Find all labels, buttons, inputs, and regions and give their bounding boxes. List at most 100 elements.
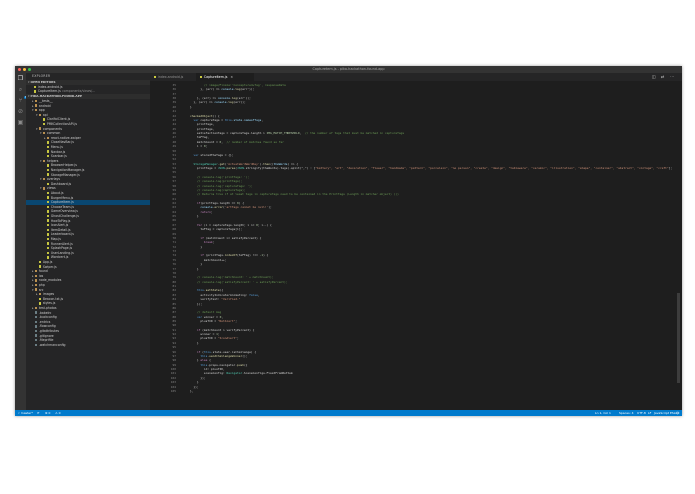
code-token: (err)); <box>233 100 246 105</box>
js-file-icon <box>34 85 37 88</box>
tree-item-label: PMKCollectionAPI.js <box>46 122 77 126</box>
tree-item-label: app <box>38 108 45 113</box>
string-token: "Verified." <box>221 297 241 302</box>
file-icon <box>47 214 50 218</box>
tree-file[interactable]: .watchmanconfig <box>26 343 150 348</box>
keyword-token: this <box>224 117 232 122</box>
file-icon <box>47 210 50 213</box>
code-token: plusTID = <box>183 318 218 323</box>
tree-item-label: NavigationManager.js <box>50 168 85 172</box>
variable-token: console <box>221 87 234 92</box>
file-icon <box>43 122 46 126</box>
code-token: }, (err) => <box>183 87 222 92</box>
indentation[interactable]: Spaces: 4 <box>619 410 634 416</box>
source-control-icon[interactable]: ⑂3 <box>17 96 27 104</box>
code-token: , <box>257 292 260 297</box>
error-count[interactable]: ⊗ 0 <box>45 410 50 416</box>
control-token: return <box>200 209 211 214</box>
code-token: ]; <box>668 166 673 171</box>
explorer-title: EXPLORER <box>32 74 51 78</box>
folder-icon <box>43 159 46 162</box>
file-icon <box>47 228 50 231</box>
tree-item-label: common <box>46 131 61 136</box>
code-token: toFTag = captureTags[i]; <box>183 227 243 232</box>
type-token: JSON <box>236 166 244 171</box>
file-icon <box>35 325 38 328</box>
code-view[interactable]: 35 // image/Finale:'Concaptured+Tag', re… <box>150 83 682 410</box>
code-token: ; <box>210 209 213 214</box>
file-icon <box>47 182 50 185</box>
string-token: "battery", "art", "decoration", "flower"… <box>315 166 669 171</box>
tree-item-label: images <box>42 292 55 297</box>
tree-item-label: HowToPlay.js <box>50 218 71 223</box>
tree-item-label: php <box>38 283 45 287</box>
status-bar: ⑂ master* ⟳ ⊗ 0 ⚠ 0 Ln 1, Col 1 Spaces: … <box>15 410 682 416</box>
tree-item-label: ItemDetail.js <box>50 227 71 232</box>
tree-item-label: .buckconfig <box>38 315 57 320</box>
folder-icon <box>47 136 50 139</box>
project-header[interactable]: ▾PIKA-HACKATHON-FOUND-APP <box>26 94 150 99</box>
more-actions-icon[interactable]: ⋯ <box>670 74 674 80</box>
activity-bar: ❐ ⌕ ⑂3 ⊘ ▣ <box>15 73 27 410</box>
search-icon[interactable]: ⌕ <box>17 86 24 93</box>
tree-item-label: RunnerAlert.js <box>50 241 73 246</box>
file-icon <box>35 311 38 314</box>
folder-icon <box>35 306 38 310</box>
code-token: } <box>183 244 203 249</box>
branch-indicator[interactable]: ⑂ master* <box>18 410 33 416</box>
tree-item-label: Navbar.js <box>50 149 66 154</box>
code-token: .SceneConfigs.FloatFromBottom <box>242 371 293 376</box>
tree-item-label: .babelrc <box>38 310 52 315</box>
split-editor-icon[interactable]: ◫ <box>652 74 656 80</box>
tree-item-label: App.js <box>42 260 53 264</box>
tree-item-label: .entrics <box>38 319 51 324</box>
sync-icon[interactable]: ⟳ <box>37 410 40 416</box>
tree-item-label: ClarifaiClient.js <box>46 117 71 122</box>
line-ending[interactable]: LF <box>648 410 651 416</box>
code-token: (); <box>242 353 248 358</box>
code-line: printTags = JSON.parse(JSON.stringify(th… <box>183 166 672 170</box>
feedback-icon[interactable]: ☺ <box>676 410 679 416</box>
code-line: } <box>183 105 192 109</box>
open-editor-label: index.android.js <box>37 84 63 89</box>
tree-item-label: Scanbar.js <box>50 154 67 159</box>
file-icon <box>47 233 50 236</box>
close-tab-icon[interactable]: × <box>230 75 233 79</box>
code-line: }, (err) => console.log(err)); <box>183 100 246 105</box>
language-mode[interactable]: JavaScript <box>654 410 669 416</box>
variable-token: nameofTags <box>243 117 262 122</box>
file-icon <box>39 297 42 300</box>
folder-icon <box>39 113 42 116</box>
extensions-icon[interactable]: ▣ <box>17 119 24 126</box>
code-token: (err')); <box>240 87 255 92</box>
file-icon <box>39 302 42 305</box>
file-icon <box>47 246 50 250</box>
code-line: i = 0; <box>183 144 207 148</box>
code-token: (toFTag) !== <box>236 253 260 258</box>
file-icon <box>35 334 38 337</box>
open-changes-icon[interactable]: ⇄ <box>661 74 664 80</box>
tree-item-label: Leaderboard.js <box>50 232 74 237</box>
comment-token: // Returns true if at least tags in capt… <box>196 192 399 197</box>
file-icon <box>39 260 42 264</box>
debug-icon[interactable]: ⊘ <box>17 108 24 115</box>
tab-capture-item[interactable]: CaptureItem.js × <box>196 73 254 81</box>
code-token: ; i--) { <box>257 222 272 227</box>
explorer-icon[interactable]: ❐ <box>17 75 24 82</box>
folder-icon <box>35 274 38 277</box>
file-icon <box>35 329 38 333</box>
tree-item-label: test-photos <box>38 306 57 310</box>
code-token: ({ <box>243 362 248 367</box>
file-icon <box>47 200 50 204</box>
tree-item-label: BurgerMenu.js <box>50 195 74 200</box>
tab-index-android[interactable]: index.android.js <box>150 73 196 81</box>
editor-scrollbar[interactable] <box>677 293 680 383</box>
warning-count[interactable]: ⚠ 0 <box>55 410 61 416</box>
open-editor-label: CaptureItem.js <box>37 89 61 94</box>
code-line: var storedTheTags = {}; <box>183 153 233 157</box>
file-icon <box>43 118 46 121</box>
cursor-position[interactable]: Ln 1, Col 1 <box>595 410 611 416</box>
encoding[interactable]: UTF-8 <box>637 410 646 416</box>
code-token: , <box>261 117 264 122</box>
